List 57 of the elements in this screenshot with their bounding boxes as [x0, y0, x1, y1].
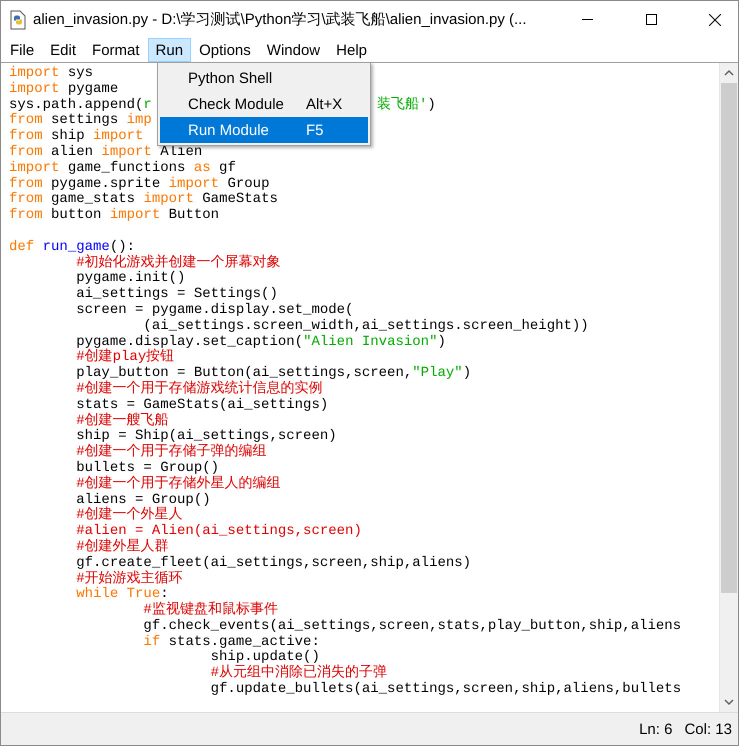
code-line: aliens = Group()	[75, 492, 211, 508]
scroll-down-icon[interactable]	[724, 698, 734, 706]
code-line: from alien import Alien	[9, 144, 202, 160]
code-line: import sys	[9, 66, 94, 82]
code-line: stats = GameStats(ai_settings)	[75, 398, 328, 413]
code-line: import pygame	[9, 82, 118, 98]
code-line: from button import Button	[9, 208, 220, 224]
menu-item[interactable]: Help	[328, 38, 375, 62]
menu-item[interactable]: Edit	[42, 38, 84, 62]
menu-entry[interactable]: Check Module Alt+X	[160, 91, 368, 117]
code-line: from settings imp	[9, 113, 152, 128]
line-number: Ln: 6	[639, 720, 672, 738]
menu-item[interactable]: Window	[258, 38, 328, 62]
code-line: screen = pygame.display.set_mode(	[75, 302, 354, 318]
code-line: #创建一个用于存储外星人的编组	[75, 476, 281, 492]
code-line: gf.update_bullets(ai_settings,screen,ship,aliens,bullets	[210, 682, 682, 698]
code-line: #创建一艘飞船	[75, 414, 169, 429]
scrollbar-thumb[interactable]	[721, 83, 737, 593]
menu-item[interactable]: Options	[191, 38, 259, 62]
code-line: pygame.display.set_caption("Alien Invasion")	[75, 334, 446, 350]
code-line: def run_game():	[9, 240, 136, 255]
code-line: #alien = Alien(ai_settings,screen)	[75, 524, 362, 540]
code-line: #创建play按钮	[75, 350, 174, 366]
code-line: #创建一个外星人	[75, 508, 183, 524]
code-line: pygame.init()	[75, 271, 186, 286]
code-line: bullets = Group()	[75, 460, 220, 476]
window-title: alien_invasion.py - D:\学习测试\Python学习\武装飞船\alien_invasion.py (...	[33, 10, 528, 29]
code-line: while True:	[75, 587, 169, 602]
menu-item[interactable]: File	[2, 38, 42, 62]
code-line: #创建一个用于存储子弹的编组	[75, 445, 267, 460]
code-line: play_button = Button(ai_settings,screen,"Play")	[75, 366, 472, 382]
menu-item[interactable]: Run	[148, 38, 192, 62]
code-line: from pygame.sprite import Group	[9, 176, 270, 192]
code-line: #从元组中消除已消失的子弹	[210, 666, 388, 682]
code-line: #创建一个用于存储游戏统计信息的实例	[75, 382, 323, 398]
scroll-up-icon[interactable]	[724, 69, 734, 77]
code-line: #监视键盘和鼠标事件	[142, 603, 278, 618]
code-line: (ai_settings.screen_width,ai_settings.screen_height))	[142, 318, 589, 334]
code-line: #初始化游戏并创建一个屏幕对象	[75, 256, 281, 271]
code-line: ai_settings = Settings()	[75, 287, 278, 302]
code-line: sys.path.append(r	[9, 98, 152, 113]
code-line: from game_stats import GameStats	[9, 192, 278, 208]
menu-entry[interactable]: Run Module F5	[160, 117, 368, 143]
code-line: #开始游戏主循环	[75, 572, 183, 586]
code-line: from ship import	[9, 129, 144, 144]
column-number: Col: 13	[684, 720, 732, 738]
python-file-icon	[9, 10, 27, 30]
code-line: gf.check_events(ai_settings,screen,stats,play_button,ship,aliens	[142, 618, 682, 634]
code-line: import game_functions as gf	[9, 160, 236, 176]
code-line: ship = Ship(ai_settings,screen)	[75, 429, 337, 444]
menu-entry[interactable]: Python Shell	[160, 65, 368, 91]
code-line: #创建外星人群	[75, 540, 169, 556]
code-line: ship.update()	[210, 650, 320, 666]
code-fragment: 装飞船')	[377, 98, 436, 114]
code-line: gf.create_fleet(ai_settings,screen,ship,aliens)	[75, 556, 472, 571]
code-line: if stats.game_active:	[142, 634, 320, 650]
menu-item[interactable]: Format	[84, 38, 148, 62]
